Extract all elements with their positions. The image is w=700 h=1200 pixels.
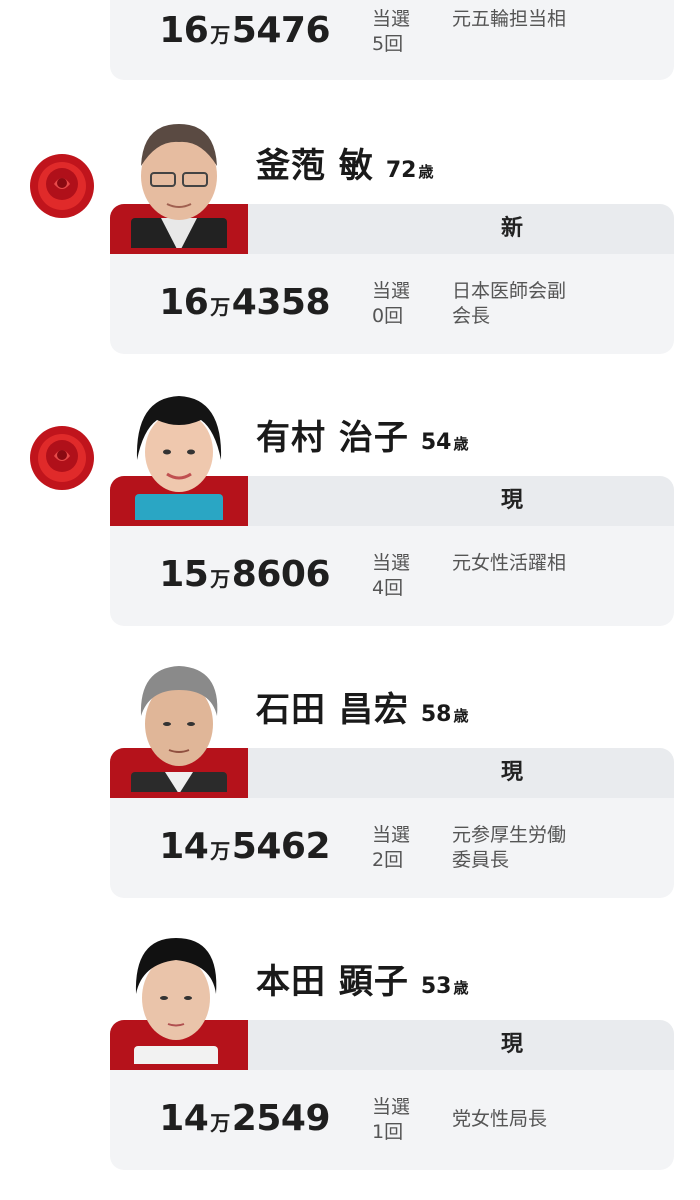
status-label: 現 <box>500 488 523 513</box>
candidate-age: 72 <box>385 158 417 183</box>
times-elected: 当選 0回 <box>372 280 411 327</box>
rose-winner-icon <box>30 426 94 490</box>
career-note: 党女性局長 <box>452 1108 548 1130</box>
vote-count: 15 万8606 <box>159 554 330 595</box>
vote-count: 16 万5476 <box>159 10 330 51</box>
career-note: 元参厚生労働委員長 <box>452 824 567 871</box>
candidate-name: 有村 治子 54 歳 <box>256 418 470 458</box>
times-elected: 当選 2回 <box>372 824 411 871</box>
career-note: 元五輪担当相 <box>452 8 567 30</box>
candidate-photo <box>131 124 227 248</box>
candidate-name: 釜萢 敏 72 歳 <box>256 146 435 186</box>
candidate-card-4: 現 本田 顕子 53 歳 14 万2549 当選 1回 党女性局長 <box>0 926 700 1171</box>
candidate-age: 53 <box>420 974 452 999</box>
status-label: 現 <box>500 1032 523 1057</box>
candidate-card-1: 新 釜萢 敏 72 歳 16 万4358 当選 0回 日本医師会副会長 <box>0 110 700 355</box>
candidate-card-0: 16 万5476 当選 5回 元五輪担当相 <box>0 0 700 82</box>
status-label: 新 <box>500 216 523 241</box>
rose-winner-icon <box>30 154 94 218</box>
candidate-photo <box>134 938 218 1064</box>
candidate-photo <box>135 396 223 520</box>
vote-count: 14 万5462 <box>159 826 330 867</box>
career-note: 日本医師会副会長 <box>452 280 567 327</box>
candidate-card-2: 現 有村 治子 54 歳 15 万8606 当選 4回 元女性活躍相 <box>0 382 700 627</box>
candidate-photo <box>131 666 227 792</box>
candidate-age: 58 <box>420 702 452 727</box>
vote-count: 14 万2549 <box>159 1098 330 1139</box>
candidate-card-3: 現 石田 昌宏 58 歳 14 万5462 当選 2回 元参厚生労働委員長 <box>0 654 700 899</box>
vote-count: 16 万4358 <box>159 282 330 323</box>
times-elected: 当選 5回 <box>372 8 411 55</box>
times-elected: 当選 1回 <box>372 1096 411 1143</box>
candidate-name: 石田 昌宏 58 歳 <box>256 690 470 730</box>
career-note: 元女性活躍相 <box>452 552 567 574</box>
status-label: 現 <box>500 760 523 785</box>
times-elected: 当選 4回 <box>372 552 411 599</box>
candidate-age: 54 <box>420 430 452 455</box>
candidate-name: 本田 顕子 53 歳 <box>256 962 470 1002</box>
